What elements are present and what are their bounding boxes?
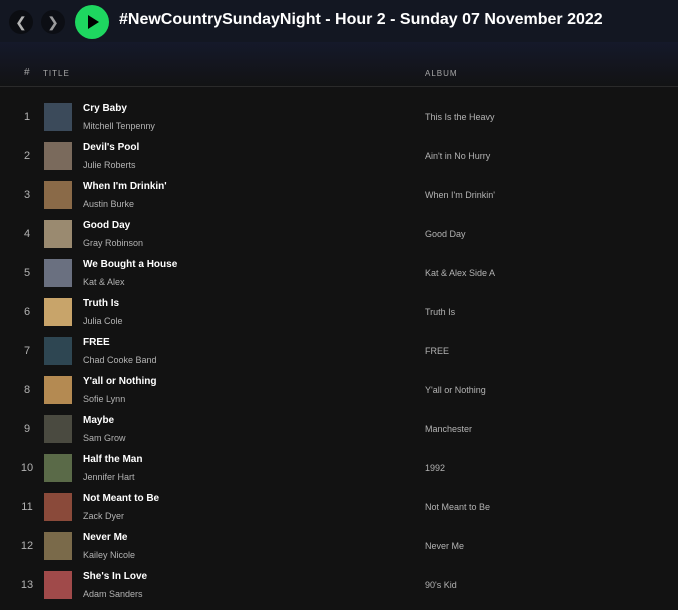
track-artist[interactable]: Austin Burke	[83, 199, 134, 209]
track-row[interactable]: 3 When I'm Drinkin' Austin Burke When I'm D…	[0, 176, 678, 215]
track-list: 1 Cry Baby Mitchell Tenpenny This Is the He…	[0, 98, 678, 605]
track-row[interactable]: 2 Devil's Pool Julie Roberts Ain't in No Hu…	[0, 137, 678, 176]
track-number: 10	[20, 462, 34, 474]
track-row[interactable]: 10 Half the Man Jennifer Hart 1992	[0, 449, 678, 488]
chevron-right-icon: ❯	[47, 13, 59, 30]
track-artist[interactable]: Julia Cole	[83, 316, 123, 326]
top-bar: ❮ ❯ #NewCountrySundayNight - Hour 2 - Su…	[0, 0, 678, 42]
track-number: 9	[23, 423, 31, 435]
track-album[interactable]: Not Meant to Be	[425, 502, 490, 512]
track-album[interactable]: Kat & Alex Side A	[425, 268, 495, 278]
track-artist[interactable]: Chad Cooke Band	[83, 355, 157, 365]
track-album[interactable]: Manchester	[425, 424, 472, 434]
play-button[interactable]	[75, 5, 109, 39]
album-art	[44, 532, 72, 560]
track-title[interactable]: When I'm Drinkin'	[83, 181, 167, 192]
track-title[interactable]: Cry Baby	[83, 103, 127, 114]
track-title[interactable]: Truth Is	[83, 298, 119, 309]
track-artist[interactable]: Adam Sanders	[83, 589, 143, 599]
track-number: 4	[23, 228, 31, 240]
forward-button[interactable]: ❯	[41, 10, 65, 34]
track-title[interactable]: Never Me	[83, 532, 127, 543]
track-artist[interactable]: Sam Grow	[83, 433, 126, 443]
track-row[interactable]: 4 Good Day Gray Robinson Good Day	[0, 215, 678, 254]
track-title[interactable]: FREE	[83, 337, 110, 348]
track-number: 2	[23, 150, 31, 162]
album-art	[44, 298, 72, 326]
track-album[interactable]: Good Day	[425, 229, 466, 239]
album-art	[44, 259, 72, 287]
track-number: 13	[20, 579, 34, 591]
track-title[interactable]: We Bought a House	[83, 259, 177, 270]
track-album[interactable]: FREE	[425, 346, 449, 356]
track-artist[interactable]: Sofie Lynn	[83, 394, 125, 404]
track-number: 11	[21, 501, 33, 513]
track-artist[interactable]: Mitchell Tenpenny	[83, 121, 155, 131]
play-icon	[88, 15, 99, 29]
track-row[interactable]: 1 Cry Baby Mitchell Tenpenny This Is the He…	[0, 98, 678, 137]
album-art	[44, 142, 72, 170]
track-number: 6	[23, 306, 31, 318]
album-art	[44, 337, 72, 365]
track-title[interactable]: Y'all or Nothing	[83, 376, 157, 387]
track-title[interactable]: Devil's Pool	[83, 142, 139, 153]
chevron-left-icon: ❮	[15, 13, 27, 30]
track-row[interactable]: 9 Maybe Sam Grow Manchester	[0, 410, 678, 449]
track-album[interactable]: When I'm Drinkin'	[425, 190, 495, 200]
column-album-header[interactable]: ALBUM	[425, 69, 458, 78]
album-art	[44, 220, 72, 248]
track-artist[interactable]: Gray Robinson	[83, 238, 143, 248]
track-row[interactable]: 7 FREE Chad Cooke Band FREE	[0, 332, 678, 371]
track-row[interactable]: 12 Never Me Kailey Nicole Never Me	[0, 527, 678, 566]
track-row[interactable]: 13 She's In Love Adam Sanders 90's Kid	[0, 566, 678, 605]
track-album[interactable]: Truth Is	[425, 307, 455, 317]
track-number: 3	[23, 189, 31, 201]
track-number: 5	[23, 267, 31, 279]
track-row[interactable]: 6 Truth Is Julia Cole Truth Is	[0, 293, 678, 332]
track-number: 7	[23, 345, 31, 357]
track-artist[interactable]: Kailey Nicole	[83, 550, 135, 560]
track-title[interactable]: Good Day	[83, 220, 130, 231]
track-number: 1	[23, 111, 31, 123]
back-button[interactable]: ❮	[9, 10, 33, 34]
track-row[interactable]: 8 Y'all or Nothing Sofie Lynn Y'all or Noth…	[0, 371, 678, 410]
track-list-header: # TITLE ALBUM	[0, 60, 678, 87]
track-row[interactable]: 11 Not Meant to Be Zack Dyer Not Meant to B…	[0, 488, 678, 527]
album-art	[44, 103, 72, 131]
column-title-header[interactable]: TITLE	[43, 69, 70, 78]
album-art	[44, 493, 72, 521]
track-album[interactable]: Never Me	[425, 541, 464, 551]
track-album[interactable]: This Is the Heavy	[425, 112, 495, 122]
track-album[interactable]: Y'all or Nothing	[425, 385, 486, 395]
track-artist[interactable]: Zack Dyer	[83, 511, 124, 521]
playlist-title: #NewCountrySundayNight - Hour 2 - Sunday…	[119, 11, 603, 28]
track-artist[interactable]: Kat & Alex	[83, 277, 125, 287]
track-artist[interactable]: Jennifer Hart	[83, 472, 135, 482]
track-title[interactable]: She's In Love	[83, 571, 147, 582]
track-number: 12	[20, 540, 34, 552]
track-title[interactable]: Half the Man	[83, 454, 142, 465]
track-row[interactable]: 5 We Bought a House Kat & Alex Kat & Alex S…	[0, 254, 678, 293]
track-title[interactable]: Not Meant to Be	[83, 493, 159, 504]
track-album[interactable]: 1992	[425, 463, 445, 473]
track-number: 8	[23, 384, 31, 396]
column-number-header: #	[24, 67, 31, 78]
album-art	[44, 376, 72, 404]
track-album[interactable]: 90's Kid	[425, 580, 457, 590]
album-art	[44, 454, 72, 482]
album-art	[44, 571, 72, 599]
track-artist[interactable]: Julie Roberts	[83, 160, 136, 170]
album-art	[44, 415, 72, 443]
track-title[interactable]: Maybe	[83, 415, 114, 426]
album-art	[44, 181, 72, 209]
track-album[interactable]: Ain't in No Hurry	[425, 151, 490, 161]
